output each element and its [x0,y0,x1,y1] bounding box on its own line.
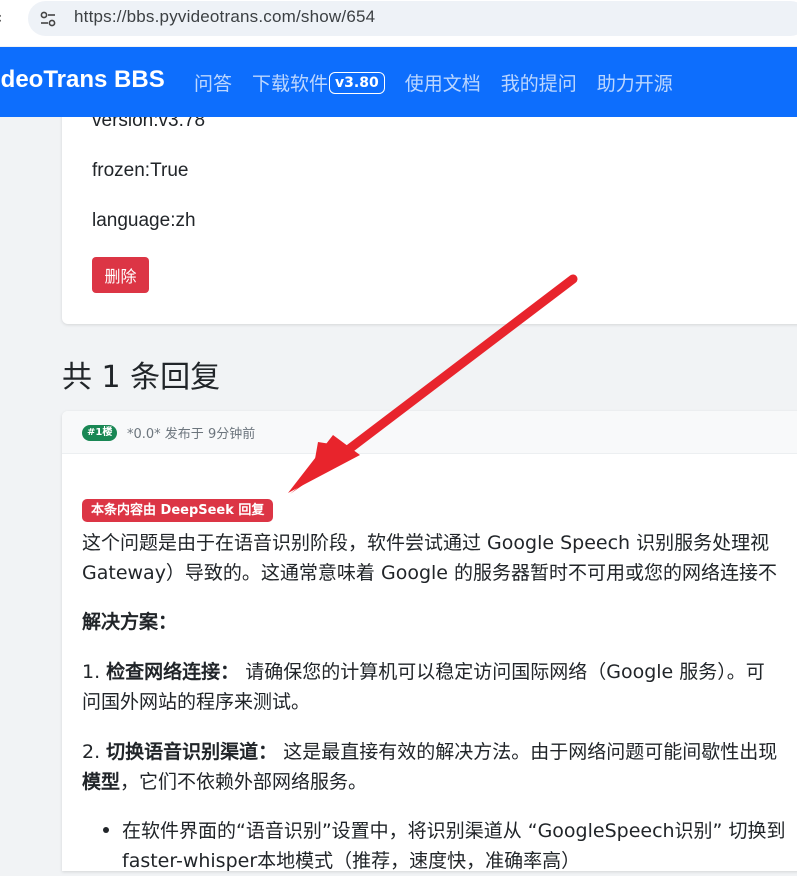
frozen-line: frozen:True [92,160,189,181]
step-2-line-2: 模型，它们不依赖外部网络服务。 [82,767,797,797]
step-1-title: 检查网络连接： [106,661,240,683]
step-2-bold-term: 模型 [82,771,121,793]
nav-link-my-questions[interactable]: 我的提问 [501,69,577,96]
step-1-line-2: 问国外网站的程序来测试。 [82,691,311,713]
reply-meta: *0.0* 发布于 9分钟前 [127,427,256,442]
navbar: ideoTrans BBS 问答 下载软件 v3.80 使用文档 我的提问 助力开… [0,47,797,117]
version-badge: v3.80 [329,71,385,94]
reply-header: #1楼 *0.0* 发布于 9分钟前 [62,411,797,454]
brand-link[interactable]: ideoTrans BBS [0,66,165,94]
intro-line-2: Gateway）导致的。这通常意味着 Google 的服务器暂时不可用或您的网络… [82,562,778,584]
language-line: language:zh [92,210,196,231]
bullet-item-2: faster-whisper本地模式（推荐，速度快，准确率高） [122,850,581,872]
step-2-title: 切换语音识别渠道： [106,741,278,763]
step-2-number: 2. [82,741,107,763]
step-1-line-1: 1. 检查网络连接： 请确保您的计算机可以稳定访问国际网络（Google 服务）… [82,657,797,687]
nav-link-qa[interactable]: 问答 [194,69,232,96]
bullet-item-1: 在软件界面的“语音识别”设置中，将识别渠道从 “GoogleSpeech识别” … [122,820,786,842]
reply-card: #1楼 *0.0* 发布于 9分钟前 本条内容由 DeepSeek 回复 这个问… [62,411,797,872]
step-2-line-1: 2. 切换语音识别渠道： 这是最直接有效的解决方法。由于网络问题可能间歇性出现 [82,737,797,767]
step-1-text: 请确保您的计算机可以稳定访问国际网络（Google 服务）。可 [239,661,765,683]
nav-link-docs[interactable]: 使用文档 [405,69,481,96]
intro-line-1: 这个问题是由于在语音识别阶段，软件尝试通过 Google Speech 识别服务… [82,532,770,554]
back-edge-glyph[interactable]: ‹ [0,8,2,27]
step-1-number: 1. [82,661,107,683]
step-2-text: 这是最直接有效的解决方法。由于网络问题可能间歇性出现 [277,741,778,763]
post-card: version:v3.78 frozen:True language:zh 删除 [62,100,797,324]
step-2-line-2-text: ，它们不依赖外部网络服务。 [120,771,368,793]
site-settings-icon[interactable] [38,9,58,29]
delete-button[interactable]: 删除 [92,257,149,293]
address-bar[interactable]: https://bbs.pyvideotrans.com/show/654 [28,1,797,36]
nav-link-sponsor[interactable]: 助力开源 [597,69,673,96]
bullet-dot [103,827,109,833]
ai-reply-badge: 本条内容由 DeepSeek 回复 [82,499,274,522]
solutions-heading: 解决方案： [82,611,178,633]
nav-link-download[interactable]: 下载软件 v3.80 [252,69,385,96]
nav-links: 问答 下载软件 v3.80 使用文档 我的提问 助力开源 [194,69,693,96]
browser-chrome: ‹ https://bbs.pyvideotrans.com/show/654 [0,0,797,46]
nav-link-download-label: 下载软件 [252,73,329,95]
floor-badge: #1楼 [82,425,118,441]
replies-count-heading: 共 1 条回复 [62,360,221,395]
url-text[interactable]: https://bbs.pyvideotrans.com/show/654 [74,7,375,27]
